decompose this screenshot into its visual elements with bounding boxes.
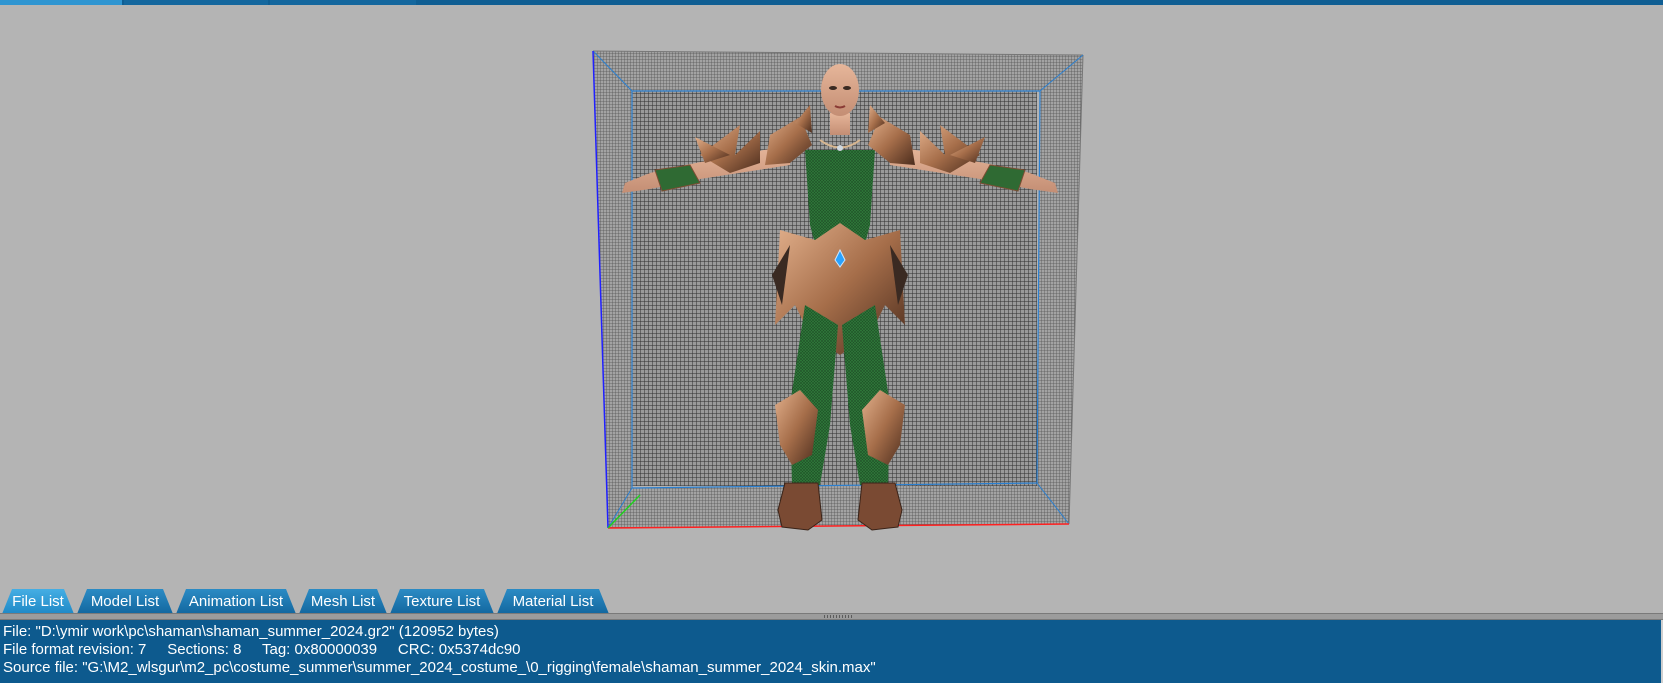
file-info-panel: File: "D:\ymir work\pc\shaman\shaman_sum… xyxy=(0,620,1663,683)
model-scene[interactable] xyxy=(0,5,1663,615)
tab-material-list[interactable]: Material List xyxy=(497,589,609,614)
tab-file-list[interactable]: File List xyxy=(2,589,74,614)
bbox-floor xyxy=(608,483,1069,528)
neck xyxy=(830,113,850,135)
left-boot xyxy=(777,482,823,531)
tab-mesh-list[interactable]: Mesh List xyxy=(299,589,387,614)
file-path-text: File: "D:\ymir work\pc\shaman\shaman_sum… xyxy=(3,623,499,640)
3d-viewport[interactable] xyxy=(0,5,1663,615)
panel-splitter[interactable] xyxy=(0,613,1663,620)
file-format-text: File format revision: 7 Sections: 8 Tag:… xyxy=(3,641,521,658)
splitter-grip-handle[interactable] xyxy=(824,615,852,618)
tab-model-list[interactable]: Model List xyxy=(77,589,173,614)
list-tab-bar: File List Model List Animation List Mesh… xyxy=(0,585,1663,615)
tab-animation-list[interactable]: Animation List xyxy=(176,589,296,614)
right-boot xyxy=(857,482,903,531)
tab-texture-list[interactable]: Texture List xyxy=(390,589,494,614)
source-file-text: Source file: "G:\M2_wlsgur\m2_pc\costume… xyxy=(3,659,876,676)
bbox-left-wall xyxy=(593,51,632,528)
